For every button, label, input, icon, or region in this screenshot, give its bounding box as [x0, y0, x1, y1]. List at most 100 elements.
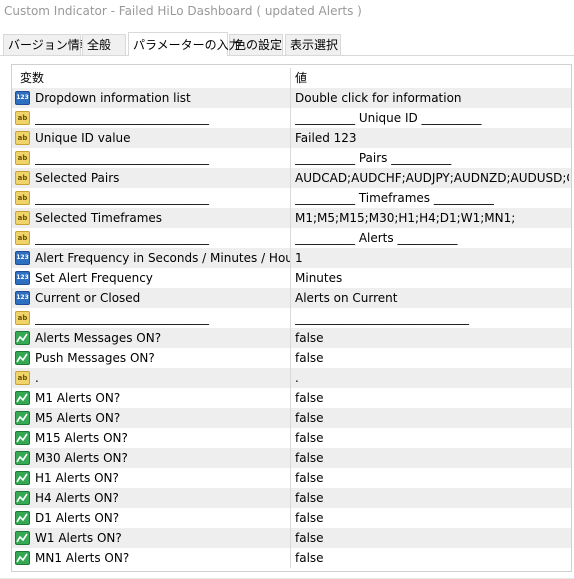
parameter-name: M30 Alerts ON? — [35, 451, 128, 465]
number-icon: 123 — [15, 271, 30, 285]
column-divider — [290, 228, 291, 248]
parameter-value[interactable]: false — [295, 448, 569, 468]
column-divider — [290, 148, 291, 168]
table-row[interactable]: M15 Alerts ON? false — [12, 428, 571, 448]
column-divider — [290, 188, 291, 208]
column-divider — [290, 288, 291, 308]
number-icon: 123 — [15, 291, 30, 305]
parameter-value[interactable]: __________ Pairs __________ — [295, 148, 569, 168]
table-row[interactable]: 123 Set Alert Frequency Minutes — [12, 268, 571, 288]
table-row[interactable]: ab Selected Pairs AUDCAD;AUDCHF;AUDJPY;AUD… — [12, 168, 571, 188]
parameter-value[interactable]: __________ Alerts __________ — [295, 228, 569, 248]
table-row[interactable]: ab _____________________________ _________… — [12, 228, 571, 248]
parameter-value[interactable]: false — [295, 348, 569, 368]
parameter-name: _____________________________ — [35, 311, 209, 325]
parameter-value[interactable]: __________ Unique ID __________ — [295, 108, 569, 128]
parameter-value[interactable]: AUDCAD;AUDCHF;AUDJPY;AUDNZD;AUDUSD;CA... — [295, 168, 569, 188]
table-row[interactable]: 123 Current or Closed Alerts on Current — [12, 288, 571, 308]
table-row[interactable]: 123 Alert Frequency in Seconds / Minutes … — [12, 248, 571, 268]
parameter-name: _____________________________ — [35, 191, 209, 205]
parameter-value[interactable]: false — [295, 548, 569, 568]
table-row[interactable]: D1 Alerts ON? false — [12, 508, 571, 528]
parameter-value[interactable]: . — [295, 368, 569, 388]
table-row[interactable]: H1 Alerts ON? false — [12, 468, 571, 488]
column-divider — [290, 468, 291, 488]
table-row[interactable]: ab Unique ID value Failed 123 — [12, 128, 571, 148]
parameter-value[interactable]: _____________________________ — [295, 308, 569, 328]
table-row[interactable]: ab _____________________________ _________… — [12, 148, 571, 168]
table-row[interactable]: Push Messages ON? false — [12, 348, 571, 368]
table-row[interactable]: Alerts Messages ON? false — [12, 328, 571, 348]
column-divider — [290, 388, 291, 408]
tab-version-info[interactable]: バージョン情報 — [3, 34, 92, 55]
table-row[interactable]: M1 Alerts ON? false — [12, 388, 571, 408]
parameter-value[interactable]: false — [295, 468, 569, 488]
column-divider — [290, 128, 291, 148]
column-divider — [290, 368, 291, 388]
parameter-name: _____________________________ — [35, 151, 209, 165]
parameter-name: M5 Alerts ON? — [35, 411, 121, 425]
table-row[interactable]: M30 Alerts ON? false — [12, 448, 571, 468]
tab-general[interactable]: 全般 — [82, 34, 126, 55]
bool-icon — [15, 411, 30, 425]
parameter-value[interactable]: Minutes — [295, 268, 569, 288]
parameter-value[interactable]: M1;M5;M15;M30;H1;H4;D1;W1;MN1; — [295, 208, 569, 228]
table-row[interactable]: ab _____________________________ _________… — [12, 108, 571, 128]
column-divider — [290, 528, 291, 548]
bool-icon — [15, 351, 30, 365]
parameter-value[interactable]: false — [295, 388, 569, 408]
parameter-value[interactable]: 1 — [295, 248, 569, 268]
parameter-value[interactable]: false — [295, 408, 569, 428]
column-divider — [290, 88, 291, 108]
column-divider — [290, 268, 291, 288]
table-row[interactable]: MN1 Alerts ON? false — [12, 548, 571, 568]
parameter-name: Alerts Messages ON? — [35, 331, 162, 345]
string-icon: ab — [15, 171, 30, 185]
parameter-value[interactable]: false — [295, 528, 569, 548]
column-divider — [290, 508, 291, 528]
column-divider — [290, 308, 291, 328]
column-header-value[interactable]: 値 — [295, 68, 569, 88]
string-icon: ab — [15, 131, 30, 145]
parameter-name: H1 Alerts ON? — [35, 471, 119, 485]
column-divider — [290, 108, 291, 128]
parameter-name: Alert Frequency in Seconds / Minutes / H… — [35, 251, 290, 265]
string-icon: ab — [15, 151, 30, 165]
parameter-name: Unique ID value — [35, 131, 131, 145]
table-row[interactable]: ab Selected Timeframes M1;M5;M15;M30;H1;H4… — [12, 208, 571, 228]
column-header-variable[interactable]: 変数 — [20, 68, 275, 88]
parameter-name: Dropdown information list — [35, 91, 191, 105]
table-row[interactable]: W1 Alerts ON? false — [12, 528, 571, 548]
parameter-value[interactable]: Failed 123 — [295, 128, 569, 148]
parameter-name: Current or Closed — [35, 291, 141, 305]
parameter-name: Selected Pairs — [35, 171, 120, 185]
parameter-value[interactable]: false — [295, 328, 569, 348]
tab-visualization[interactable]: 表示選択 — [285, 34, 341, 55]
table-row[interactable]: ab _____________________________ _________… — [12, 188, 571, 208]
table-row[interactable]: M5 Alerts ON? false — [12, 408, 571, 428]
table-row[interactable]: ab.. — [12, 368, 571, 388]
parameter-value[interactable]: __________ Timeframes __________ — [295, 188, 569, 208]
bool-icon — [15, 531, 30, 545]
number-icon: 123 — [15, 251, 30, 265]
table-row[interactable]: H4 Alerts ON? false — [12, 488, 571, 508]
parameters-table: 変数 値 123 Dropdown information list Double … — [11, 64, 572, 572]
column-divider — [290, 348, 291, 368]
parameter-value[interactable]: false — [295, 488, 569, 508]
parameter-name: Selected Timeframes — [35, 211, 163, 225]
bool-icon — [15, 511, 30, 525]
tab-input-parameters[interactable]: パラメーターの入力 — [128, 32, 241, 56]
parameter-name: _____________________________ — [35, 231, 209, 245]
parameter-name: D1 Alerts ON? — [35, 511, 120, 525]
table-row[interactable]: 123 Dropdown information list Double click… — [12, 88, 571, 108]
parameter-value[interactable]: Double click for information — [295, 88, 569, 108]
column-divider[interactable] — [290, 68, 291, 88]
parameter-value[interactable]: false — [295, 428, 569, 448]
table-row[interactable]: ab _____________________________ _________… — [12, 308, 571, 328]
parameter-name: . — [35, 371, 39, 385]
bool-icon — [15, 391, 30, 405]
bool-icon — [15, 551, 30, 565]
column-divider — [290, 488, 291, 508]
parameter-value[interactable]: false — [295, 508, 569, 528]
parameter-value[interactable]: Alerts on Current — [295, 288, 569, 308]
